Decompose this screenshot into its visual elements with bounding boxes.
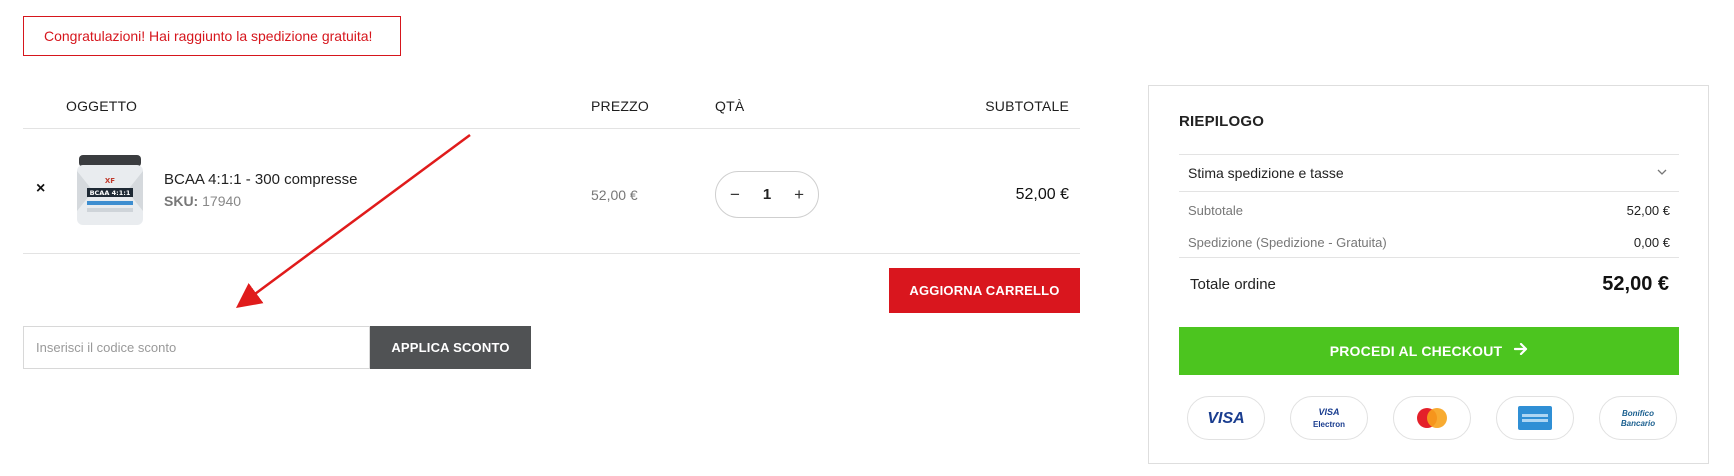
sku-label: SKU: bbox=[164, 193, 199, 209]
quantity-stepper: − 1 + bbox=[715, 171, 819, 218]
item-price: 52,00 € bbox=[591, 187, 638, 203]
order-total-line: Totale ordine 52,00 € bbox=[1179, 257, 1679, 311]
order-summary: RIEPILOGO Stima spedizione e tasse Subto… bbox=[1148, 85, 1709, 464]
header-price: PREZZO bbox=[591, 98, 649, 114]
header-item: OGGETTO bbox=[66, 98, 138, 114]
arrow-right-icon bbox=[1514, 342, 1528, 360]
product-sku: SKU: 17940 bbox=[164, 193, 241, 209]
summary-shipping-line: Spedizione (Spedizione - Gratuita) 0,00 … bbox=[1188, 235, 1670, 250]
summary-shipping-value: 0,00 € bbox=[1633, 235, 1670, 250]
svg-text:Electron: Electron bbox=[1313, 420, 1345, 429]
sku-value: 17940 bbox=[202, 193, 242, 209]
qty-input[interactable]: 1 bbox=[763, 186, 771, 203]
summary-shipping-label: Spedizione (Spedizione - Gratuita) bbox=[1188, 235, 1387, 250]
cart-item-row: × XF BCAA 4:1:1 BCAA 4:1:1 - 300 compres… bbox=[23, 129, 1080, 254]
free-shipping-text: Congratulazioni! Hai raggiunto la spediz… bbox=[44, 28, 373, 44]
visa-electron-icon: VISA Electron bbox=[1290, 396, 1368, 440]
american-express-icon bbox=[1496, 396, 1574, 440]
bonifico-bancario-icon: Bonifico Bancario bbox=[1599, 396, 1677, 440]
mastercard-icon bbox=[1393, 396, 1471, 440]
visa-icon: VISA bbox=[1187, 396, 1265, 440]
checkout-label: PROCEDI AL CHECKOUT bbox=[1329, 343, 1503, 359]
summary-subtotal-line: Subtotale 52,00 € bbox=[1188, 203, 1670, 218]
svg-text:Bonifico: Bonifico bbox=[1622, 409, 1654, 418]
chevron-down-icon[interactable] bbox=[1657, 167, 1667, 179]
summary-title: RIEPILOGO bbox=[1179, 113, 1265, 130]
payment-methods: VISA VISA Electron Bonifico Bancario bbox=[1187, 396, 1677, 440]
order-total-label: Totale ordine bbox=[1190, 276, 1276, 293]
shipping-estimate-label: Stima spedizione e tasse bbox=[1188, 165, 1344, 181]
svg-text:Bancario: Bancario bbox=[1621, 419, 1655, 428]
svg-text:XF: XF bbox=[105, 177, 115, 185]
shipping-estimate-toggle[interactable]: Stima spedizione e tasse bbox=[1179, 154, 1679, 192]
order-total-value: 52,00 € bbox=[1602, 273, 1669, 295]
free-shipping-notice: Congratulazioni! Hai raggiunto la spediz… bbox=[23, 16, 401, 56]
product-name[interactable]: BCAA 4:1:1 - 300 compresse bbox=[164, 171, 357, 188]
header-qty: QTÀ bbox=[715, 98, 745, 114]
header-subtotal: SUBTOTALE bbox=[985, 98, 1069, 114]
coupon-input[interactable]: Inserisci il codice sconto bbox=[23, 326, 370, 369]
summary-subtotal-value: 52,00 € bbox=[1626, 203, 1670, 218]
cart-table-header: OGGETTO PREZZO QTÀ SUBTOTALE bbox=[23, 96, 1080, 129]
svg-text:BCAA 4:1:1: BCAA 4:1:1 bbox=[90, 189, 131, 197]
summary-subtotal-label: Subtotale bbox=[1188, 203, 1243, 218]
apply-coupon-button[interactable]: APPLICA SCONTO bbox=[370, 326, 531, 369]
product-image[interactable]: XF BCAA 4:1:1 bbox=[73, 151, 147, 229]
remove-item-icon[interactable]: × bbox=[36, 180, 45, 198]
checkout-button[interactable]: PROCEDI AL CHECKOUT bbox=[1179, 327, 1679, 375]
svg-text:VISA: VISA bbox=[1318, 407, 1339, 417]
item-subtotal: 52,00 € bbox=[1015, 186, 1069, 203]
qty-increase-button[interactable]: + bbox=[794, 185, 804, 205]
svg-text:VISA: VISA bbox=[1207, 410, 1244, 427]
qty-decrease-button[interactable]: − bbox=[730, 185, 740, 205]
update-cart-button[interactable]: AGGIORNA CARRELLO bbox=[889, 268, 1080, 313]
